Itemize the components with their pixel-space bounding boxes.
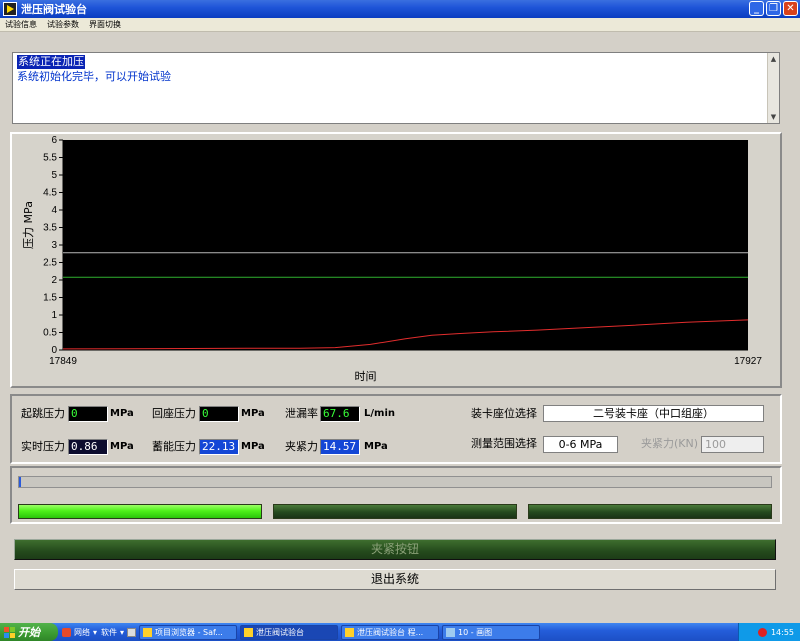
range-select-label: 测量范围选择: [471, 437, 537, 450]
menu-test-params[interactable]: 试验参数: [47, 18, 79, 31]
y-tick-label: 4.5: [43, 188, 57, 199]
realtime-pressure-value: 0.86: [68, 439, 108, 455]
close-button[interactable]: ✕: [783, 1, 798, 16]
progress-panel: [10, 466, 782, 524]
accum-pressure-value: 22.13: [199, 439, 239, 455]
clamp-kn-label: 夹紧力(KN): [641, 437, 699, 450]
task-valve-test-bench-diagram[interactable]: 泄压阀试验台 程...: [341, 624, 440, 640]
leak-rate-unit: L/min: [364, 408, 395, 419]
start-pressure-label: 起跳压力: [21, 407, 65, 420]
clamp-button[interactable]: 夹紧按钮: [14, 539, 776, 560]
system-tray: 14:55: [738, 623, 800, 641]
seat-select[interactable]: 二号装卡座（中口组座）: [543, 405, 764, 422]
y-tick-label: 2.5: [43, 258, 57, 269]
labview-icon: [143, 627, 153, 637]
pressure-chart: 0 0.5 1 1.5 2 2.5 3 3.5 4 4.5 5 5.5 6 17849 17927 时间 压力 …: [22, 135, 762, 383]
tray-icon[interactable]: [757, 627, 767, 637]
menu-test-info[interactable]: 试验信息: [5, 18, 37, 31]
start-label: 开始: [18, 626, 40, 639]
message-line-selected[interactable]: 系统正在加压: [17, 55, 85, 69]
dropdown-arrow-icon: ▾: [93, 627, 98, 637]
window-title: 泄压阀试验台: [21, 3, 87, 16]
restore-button[interactable]: ❐: [766, 1, 781, 16]
return-pressure-label: 回座压力: [152, 407, 196, 420]
indicator-led-1: [18, 504, 262, 519]
realtime-pressure-unit: MPa: [110, 441, 134, 452]
clamp-force-unit: MPa: [364, 441, 388, 452]
scroll-up-arrow-icon[interactable]: ▲: [768, 53, 779, 65]
clamp-force-label: 夹紧力: [285, 440, 318, 453]
y-tick-label: 6: [51, 135, 57, 146]
clamp-kn-input[interactable]: 100: [701, 436, 764, 453]
start-pressure-unit: MPa: [110, 408, 134, 419]
message-line[interactable]: 系统初始化完毕，可以开始试验: [17, 70, 171, 84]
start-button[interactable]: 开始: [0, 623, 58, 641]
quicklaunch-network-label: 网络: [74, 627, 90, 637]
y-tick-label: 0: [51, 345, 57, 356]
minimize-button[interactable]: _: [749, 1, 764, 16]
message-scrollbar[interactable]: ▲ ▼: [767, 53, 779, 123]
network-icon: [62, 627, 71, 637]
labview-icon: [244, 627, 254, 637]
x-axis-label: 时间: [355, 370, 377, 383]
y-tick-label: 0.5: [43, 328, 57, 339]
y-tick-label: 3: [51, 240, 57, 251]
menubar: 试验信息 试验参数 界面切换: [0, 18, 800, 32]
task-project-explorer[interactable]: 项目浏览器 - Saf...: [139, 624, 238, 640]
start-pressure-value: 0: [68, 406, 108, 422]
clamp-force-value: 14.57: [320, 439, 360, 455]
indicator-led-3: [528, 504, 772, 519]
message-listbox[interactable]: 系统正在加压 系统初始化完毕，可以开始试验 ▲ ▼: [12, 52, 780, 124]
y-tick-label: 1: [51, 310, 57, 321]
task-label: 项目浏览器 - Saf...: [155, 627, 223, 637]
leak-rate-label: 泄漏率: [285, 407, 318, 420]
task-label: 10 - 画图: [458, 627, 493, 637]
plot-area: [63, 140, 748, 350]
y-tick-label: 5: [51, 170, 57, 181]
y-tick-label: 4: [51, 205, 57, 216]
progress-bar: [18, 476, 772, 488]
parameters-panel: 起跳压力 0 MPa 回座压力 0 MPa 泄漏率 67.6 L/min 装卡座…: [10, 394, 782, 464]
leak-rate-value: 67.6: [320, 406, 360, 422]
task-paint[interactable]: 10 - 画图: [442, 624, 541, 640]
menu-switch-view[interactable]: 界面切换: [89, 18, 121, 31]
quicklaunch-network[interactable]: 网络 ▾: [62, 625, 97, 639]
indicator-led-2: [273, 504, 517, 519]
range-select[interactable]: 0-6 MPa: [543, 436, 618, 453]
taskbar: 开始 网络 ▾ 软件 ▾ 项目浏览器 - Saf... 泄压阀试验台 泄压阀试验…: [0, 623, 800, 641]
y-axis-label: 压力 MPa: [22, 201, 35, 249]
x-tick-label: 17927: [734, 356, 762, 367]
clock: 14:55: [770, 627, 794, 637]
scroll-down-arrow-icon[interactable]: ▼: [768, 111, 779, 123]
seat-select-label: 装卡座位选择: [471, 407, 537, 420]
task-label: 泄压阀试验台 程...: [357, 627, 424, 637]
quicklaunch-software-label: 软件: [101, 627, 118, 637]
quicklaunch-software[interactable]: 软件 ▾: [101, 625, 137, 639]
ie-icon: [127, 627, 137, 637]
y-tick-label: 3.5: [43, 223, 57, 234]
y-tick-label: 5.5: [43, 153, 57, 164]
task-label: 泄压阀试验台: [256, 627, 305, 637]
window-titlebar: 泄压阀试验台 _ ❐ ✕: [0, 0, 800, 18]
windows-flag-icon: [4, 626, 15, 638]
labview-app-icon: [3, 2, 17, 16]
pressure-chart-panel: 0 0.5 1 1.5 2 2.5 3 3.5 4 4.5 5 5.5 6 17849 17927 时间 压力 …: [10, 132, 782, 388]
labview-icon: [345, 627, 355, 637]
exit-button[interactable]: 退出系统: [14, 569, 776, 590]
y-tick-label: 1.5: [43, 293, 57, 304]
realtime-pressure-label: 实时压力: [21, 440, 65, 453]
paint-icon: [446, 627, 456, 637]
return-pressure-value: 0: [199, 406, 239, 422]
accum-pressure-unit: MPa: [241, 441, 265, 452]
x-tick-label: 17849: [49, 356, 77, 367]
y-tick-label: 2: [51, 275, 57, 286]
task-valve-test-bench[interactable]: 泄压阀试验台: [240, 624, 339, 640]
progress-fill: [19, 477, 22, 487]
return-pressure-unit: MPa: [241, 408, 265, 419]
dropdown-arrow-icon: ▾: [120, 627, 125, 637]
accum-pressure-label: 蓄能压力: [152, 440, 196, 453]
